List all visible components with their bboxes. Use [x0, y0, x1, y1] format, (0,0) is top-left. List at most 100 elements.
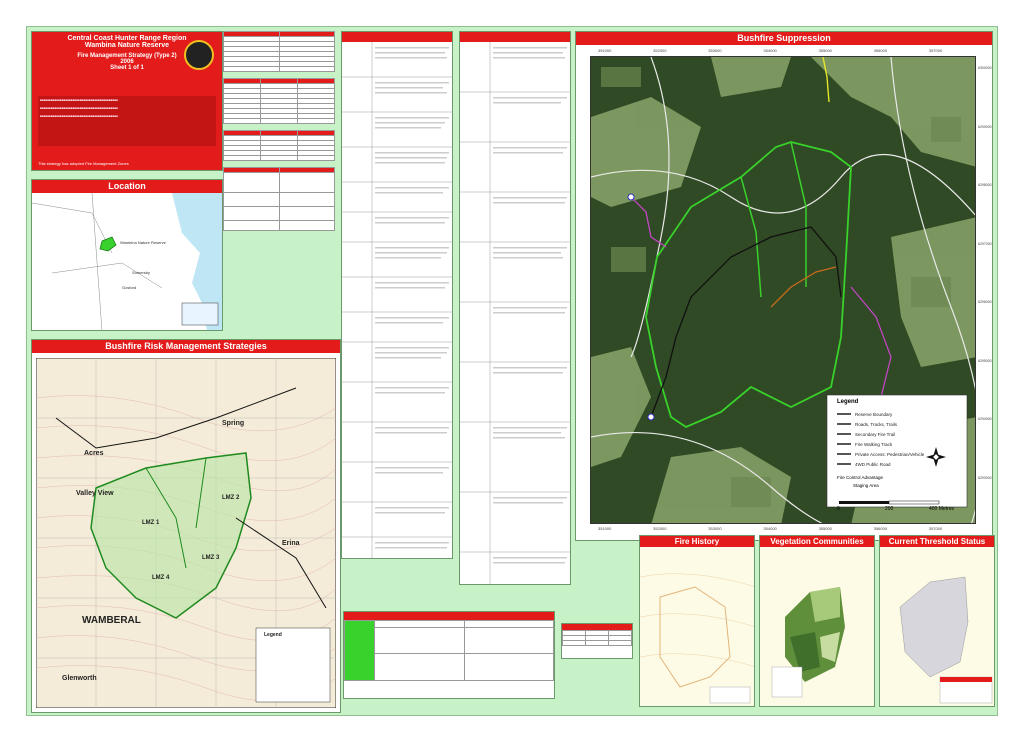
prevention-table-header: [460, 32, 570, 42]
coordinate-tick: 355000: [818, 48, 832, 53]
legend-item: Secondary Fire Trail: [837, 429, 963, 439]
scale-label-200: 200: [885, 506, 894, 512]
legend-swatch: [837, 423, 851, 425]
coordinate-tick: 354000: [763, 48, 777, 53]
coordinate-tick: 6297000: [978, 241, 992, 246]
legend-fire-control: Fire Control Advantage: [837, 475, 884, 480]
legend-label: Fire Walking Track: [855, 441, 893, 447]
thresholds-table: [223, 167, 335, 231]
risk-label-lmz3: LMZ 3: [202, 555, 220, 561]
vegetation-header: Vegetation Communities: [760, 536, 874, 547]
suppression-legend-title: Legend: [837, 399, 859, 405]
scale-label-0: 0: [837, 506, 840, 512]
coordinate-tick: 352000: [653, 526, 667, 531]
suppression-map-frame: Legend Reserve Boundary Roads, Tracks, Tr…: [590, 56, 976, 524]
legend-swatch: [837, 433, 851, 435]
suppression-panel: Bushfire Suppression Legend Reserve Boun…: [575, 31, 993, 541]
strategy-table-grid: [342, 42, 452, 558]
coordinate-tick: 6295000: [978, 358, 992, 363]
scale-label-400: 400 Metres: [929, 506, 955, 512]
coordinate-tick: 6294000: [978, 417, 992, 421]
legend-staging-area: Staging Area: [853, 483, 879, 488]
coordinate-tick: 6296000: [978, 300, 992, 304]
threshold-map: [880, 547, 994, 706]
vegetation-panel: Vegetation Communities: [759, 535, 875, 707]
risk-legend-box: [255, 627, 331, 703]
reserve-details-table: [223, 31, 335, 72]
coordinate-tick: 354000: [763, 526, 777, 531]
risk-label-lmz1: LMZ 1: [142, 520, 160, 526]
legend-item: 4WD Public Road: [837, 459, 963, 469]
title-footer: This strategy has adopted Fire Managemen…: [38, 161, 129, 166]
strategy-table-header: [342, 32, 452, 42]
fire-history-panel: Fire History: [639, 535, 755, 707]
prevention-table-grid: [460, 42, 570, 584]
threshold-header: Current Threshold Status: [880, 536, 994, 547]
title-block: Central Coast Hunter Range Region Wambin…: [31, 31, 223, 171]
threshold-panel: Current Threshold Status: [879, 535, 995, 707]
coordinate-tick: 6298000: [978, 183, 992, 187]
zone-swatch: [344, 620, 375, 681]
map-sheet: Central Coast Hunter Range Region Wambin…: [26, 26, 998, 716]
coordinate-tick: 351000: [598, 48, 612, 53]
legend-item: Private Access: Pedestrian/Vehicle: [837, 449, 963, 459]
fire-history-map: [640, 547, 754, 706]
location-map: [32, 193, 222, 330]
coordinate-tick: 355000: [818, 526, 832, 531]
risk-label-glenworth: Glenworth: [62, 675, 97, 682]
location-label-town1: Somersby: [132, 270, 151, 275]
info-table-3: [459, 31, 571, 585]
risk-label-lmz2: LMZ 2: [222, 495, 240, 501]
fire-control-marker-1: [627, 193, 635, 201]
risk-label-acres: Acres: [84, 450, 104, 457]
legend-swatch: [837, 453, 851, 455]
cultural-table: [223, 78, 335, 124]
risk-label-valley: Valley View: [76, 490, 114, 497]
legend-label: Roads, Tracks, Trails: [855, 421, 898, 427]
location-label-reserve: Wambina Nature Reserve: [120, 240, 166, 245]
legend-swatch: [837, 463, 851, 465]
suppression-header: Bushfire Suppression: [576, 32, 992, 45]
coordinate-tick: 6293000: [978, 475, 992, 480]
coordinate-tick: 352000: [653, 48, 667, 53]
risk-strategies-map: [36, 358, 336, 708]
risk-strategies-header: Bushfire Risk Management Strategies: [32, 340, 340, 353]
legend-swatch: [837, 443, 851, 445]
coordinate-tick: 6300000: [978, 66, 992, 70]
risk-label-erina: Erina: [282, 540, 300, 547]
legend-item: Reserve Boundary: [837, 409, 963, 419]
title-description: ■■■■■■■■■■■■■■■■■■■■■■■■■■■■■■■■■■■■■■■■…: [38, 96, 216, 146]
threshold-table: [561, 623, 633, 659]
info-table-1: [223, 31, 335, 329]
fire-history-header: Fire History: [640, 536, 754, 547]
legend-label: Private Access: Pedestrian/Vehicle: [855, 451, 925, 457]
location-header: Location: [32, 180, 222, 193]
legend-swatch: [837, 413, 851, 415]
risk-strategies-panel: Bushfire Risk Management Strategies Acre…: [31, 339, 341, 713]
coordinate-tick: 356000: [873, 48, 888, 53]
scale-bar: [839, 500, 940, 505]
risk-label-lmz4: LMZ 4: [152, 575, 170, 581]
legend-item: Roads, Tracks, Trails: [837, 419, 963, 429]
location-panel: Location Wambina Nature Reserve Somersby…: [31, 179, 223, 331]
risk-label-spring: Spring: [222, 420, 245, 427]
risk-legend-title: Legend: [264, 632, 282, 638]
coordinate-tick: 353000: [708, 526, 722, 531]
vegetation-map: [760, 547, 874, 706]
coordinate-tick: 351000: [598, 526, 612, 531]
legend-item: Fire Walking Track: [837, 439, 963, 449]
fire-control-marker-2: [647, 413, 655, 421]
info-table-2: [341, 31, 453, 559]
coordinate-tick: 356000: [873, 526, 888, 531]
location-label-town2: Gosford: [122, 285, 137, 290]
coordinate-tick: 6299000: [978, 124, 992, 129]
coordinate-tick: 357000: [928, 48, 943, 53]
coordinate-tick: 353000: [708, 48, 722, 53]
legend-label: 4WD Public Road: [855, 461, 891, 467]
npws-logo: [184, 40, 214, 70]
zone-table-header: [344, 612, 554, 620]
legend-label: Secondary Fire Trail: [855, 431, 896, 437]
inset-map: [181, 302, 219, 326]
species-table: [223, 130, 335, 161]
suppression-legend-list: Reserve Boundary Roads, Tracks, Trails Sec…: [837, 409, 963, 469]
